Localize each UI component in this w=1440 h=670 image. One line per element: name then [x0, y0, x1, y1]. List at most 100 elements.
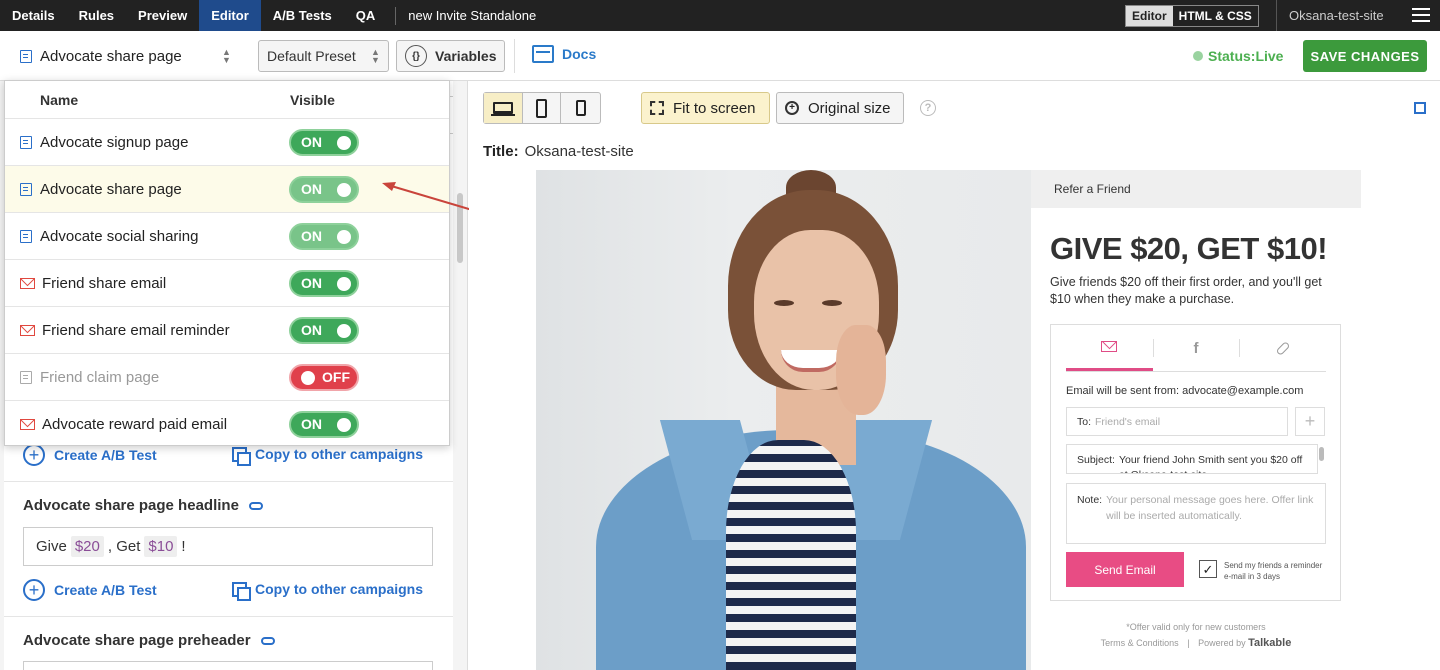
copy-icon [232, 446, 251, 466]
link-icon[interactable] [260, 636, 275, 645]
add-friend-button[interactable]: + [1295, 407, 1325, 436]
copy-to-campaigns-link[interactable]: Copy to other campaigns [232, 446, 423, 466]
headline-input[interactable]: Give $20 , Get $10 ! [23, 527, 433, 566]
dropdown-header: Name Visible [5, 81, 449, 118]
mode-html-css-button[interactable]: HTML & CSS [1173, 6, 1258, 26]
section-divider [4, 616, 453, 617]
editor-mode-toggle: Editor HTML & CSS [1125, 5, 1259, 27]
reminder-label: Send my friends a reminder e-mail in 3 d… [1224, 561, 1323, 581]
send-email-button[interactable]: Send Email [1066, 552, 1184, 587]
create-ab-test-link[interactable]: + Create A/B Test [23, 579, 157, 601]
subject-scrollbar[interactable] [1319, 447, 1324, 461]
external-link-icon[interactable] [1414, 102, 1426, 114]
site-name[interactable]: Oksana-test-site [1276, 0, 1384, 31]
copy-to-campaigns-label: Copy to other campaigns [255, 581, 424, 597]
photo-striped-top [726, 440, 856, 670]
status-dot-icon [1193, 51, 1203, 61]
headline-label-text: Advocate share page headline [23, 497, 239, 514]
preheader-section-label: Advocate share page preheader [23, 632, 275, 649]
tab-rules[interactable]: Rules [67, 0, 126, 31]
toggle-label: ON [301, 228, 322, 244]
preset-select[interactable]: Default Preset ▲ ▼ [258, 40, 389, 72]
tab-ab-tests[interactable]: A/B Tests [261, 0, 344, 31]
variable-chip[interactable]: $10 [144, 536, 178, 557]
toggle-label: ON [301, 134, 322, 150]
referral-widget: Refer a Friend GIVE $20, GET $10! Give f… [1031, 170, 1361, 670]
tab-link[interactable] [1239, 325, 1326, 371]
column-name-header: Name [40, 91, 79, 108]
tab-preview[interactable]: Preview [126, 0, 199, 31]
help-icon[interactable]: ? [920, 100, 936, 116]
variables-button[interactable]: {} Variables [396, 40, 505, 72]
tablet-view-button[interactable] [523, 93, 562, 123]
photo-eye [774, 300, 794, 306]
tab-editor[interactable]: Editor [199, 0, 261, 31]
hamburger-menu-icon[interactable] [1412, 8, 1430, 26]
campaign-name: new Invite Standalone [408, 8, 537, 23]
dropdown-row[interactable]: Advocate reward paid email ON [5, 400, 449, 447]
save-changes-button[interactable]: SAVE CHANGES [1303, 40, 1427, 72]
toggle-knob [337, 229, 351, 244]
fit-to-screen-label: Fit to screen [673, 99, 756, 117]
preheader-input[interactable] [23, 661, 433, 670]
headline-section-label: Advocate share page headline [23, 497, 263, 514]
facebook-icon: f [1193, 339, 1199, 357]
copy-to-campaigns-link[interactable]: Copy to other campaigns [232, 581, 424, 601]
dropdown-row[interactable]: Friend share email reminder ON [5, 306, 449, 353]
braces-icon: {} [405, 45, 427, 67]
widget-subtext: Give friends $20 off their first order, … [1050, 275, 1322, 306]
row-label: Advocate reward paid email [42, 415, 228, 433]
share-tabs: f [1066, 325, 1326, 372]
page-icon [20, 182, 32, 196]
visibility-toggle[interactable]: ON [289, 175, 359, 203]
visibility-toggle[interactable]: ON [289, 269, 359, 297]
section-divider [4, 481, 453, 482]
checkmark-icon[interactable]: ✓ [1199, 560, 1217, 578]
share-box: f Email will be sent from: advocate@exam… [1050, 324, 1341, 601]
page-icon [20, 229, 32, 243]
page-select[interactable]: Advocate share page ▲ ▼ [4, 35, 244, 77]
visibility-toggle[interactable]: OFF [289, 363, 359, 391]
sender-info: Email will be sent from: advocate@exampl… [1066, 385, 1304, 397]
widget-headline: GIVE $20, GET $10! [1050, 231, 1328, 266]
tab-facebook[interactable]: f [1152, 325, 1240, 371]
updown-chevron-icon: ▲ ▼ [371, 47, 380, 65]
toggle-label: ON [301, 416, 322, 432]
visibility-toggle[interactable]: ON [289, 410, 359, 438]
toggle-knob [337, 135, 351, 150]
preheader-label-text: Advocate share page preheader [23, 632, 251, 649]
link-icon [1275, 340, 1291, 356]
mobile-view-button[interactable] [561, 93, 600, 123]
friend-email-input[interactable]: To: Friend's email [1066, 407, 1288, 436]
tablet-icon [536, 98, 547, 118]
visibility-toggle[interactable]: ON [289, 316, 359, 344]
row-label: Friend share email [42, 274, 167, 292]
dropdown-row[interactable]: Friend share email ON [5, 259, 449, 306]
reminder-checkbox[interactable]: ✓ Send my friends a reminder e-mail in 3… [1199, 560, 1324, 582]
create-ab-test-link[interactable]: + Create A/B Test [23, 444, 157, 466]
mode-editor-button[interactable]: Editor [1126, 6, 1173, 26]
dropdown-row[interactable]: Advocate signup page ON [5, 118, 449, 165]
note-placeholder: Your personal message goes here. Offer l… [1106, 494, 1314, 522]
link-icon[interactable] [248, 501, 263, 510]
row-label: Advocate share page [40, 180, 182, 198]
desktop-view-button[interactable] [484, 93, 523, 123]
powered-by-label: Powered by [1198, 638, 1246, 648]
visibility-toggle[interactable]: ON [289, 222, 359, 250]
tab-qa[interactable]: QA [344, 0, 388, 31]
subject-input[interactable]: Subject: Your friend John Smith sent you… [1066, 444, 1318, 474]
talkable-logo[interactable]: Talkable [1248, 637, 1291, 649]
docs-link[interactable]: Docs [532, 45, 596, 63]
editor-toolbar: Advocate share page ▲ ▼ Default Preset ▲ ▼… [0, 31, 1440, 81]
create-ab-test-label: Create A/B Test [54, 582, 157, 598]
tab-details[interactable]: Details [0, 0, 67, 31]
note-input[interactable]: Note: Your personal message goes here. O… [1066, 483, 1326, 544]
fit-to-screen-button[interactable]: Fit to screen [641, 92, 770, 124]
toggle-knob [337, 323, 351, 338]
variable-chip[interactable]: $20 [70, 536, 104, 557]
terms-link[interactable]: Terms & Conditions [1101, 638, 1179, 648]
visibility-toggle[interactable]: ON [289, 128, 359, 156]
tab-email[interactable] [1066, 325, 1153, 371]
dropdown-row[interactable]: Friend claim page OFF [5, 353, 449, 400]
original-size-button[interactable]: + Original size [776, 92, 904, 124]
